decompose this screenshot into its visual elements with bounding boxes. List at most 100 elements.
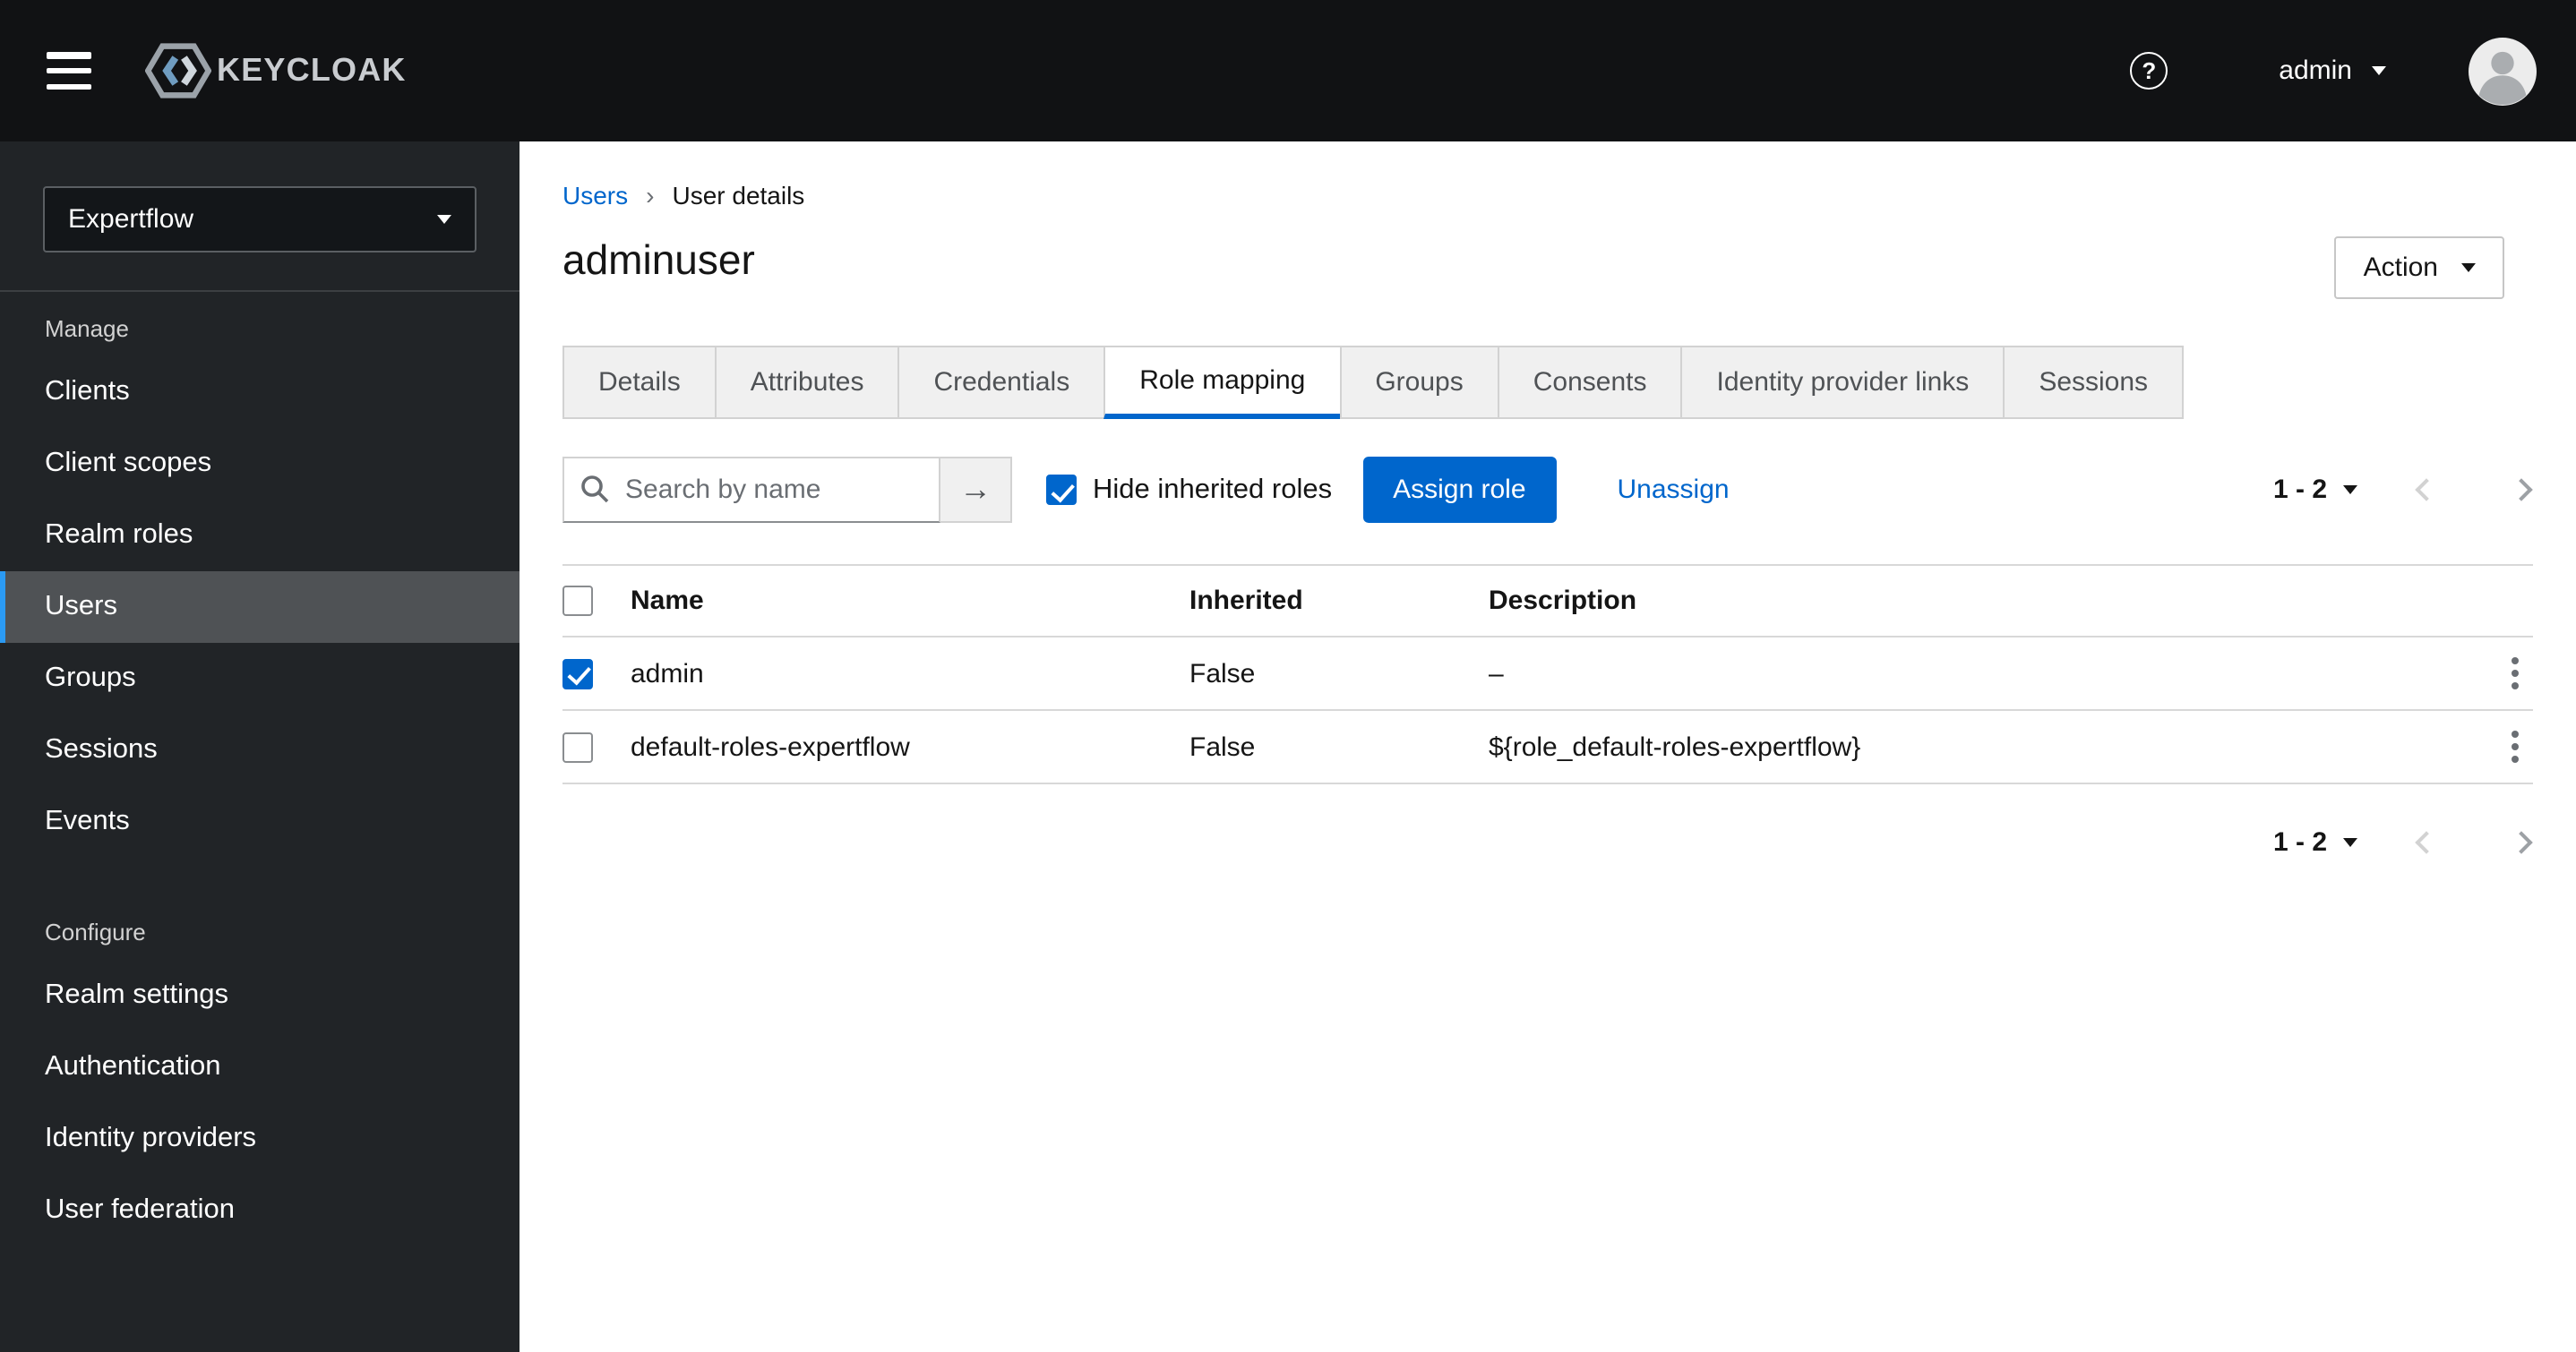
sidebar: Expertflow Manage Clients Client scopes … <box>0 141 519 1352</box>
sidebar-item-identity-providers[interactable]: Identity providers <box>0 1103 519 1175</box>
chevron-down-icon <box>437 215 451 224</box>
chevron-down-icon <box>2372 66 2386 75</box>
pagination-top: 1 - 2 <box>2273 475 2533 505</box>
hamburger-menu-button[interactable] <box>47 52 91 90</box>
tab-bar: Details Attributes Credentials Role mapp… <box>562 346 2533 419</box>
brand: KEYCLOAK <box>145 41 407 100</box>
sidebar-item-realm-roles[interactable]: Realm roles <box>0 500 519 571</box>
chevron-left-icon <box>2415 831 2438 854</box>
sidebar-item-users[interactable]: Users <box>0 571 519 643</box>
sidebar-item-events[interactable]: Events <box>0 786 519 858</box>
pagination-menu-toggle[interactable]: 1 - 2 <box>2273 475 2357 505</box>
tab-sessions[interactable]: Sessions <box>2003 346 2185 419</box>
username-label: admin <box>2279 56 2352 86</box>
nav-section-manage: Manage Clients Client scopes Realm roles… <box>0 290 519 858</box>
app-window: KEYCLOAK ? admin Expertflow Manage Clien… <box>0 0 2576 1352</box>
inherited-cell: False <box>1189 732 1256 762</box>
assign-role-button[interactable]: Assign role <box>1362 457 1557 523</box>
help-icon[interactable]: ? <box>2130 52 2168 90</box>
table-row: default-roles-expertflow False ${role_de… <box>562 711 2533 784</box>
pagination-menu-toggle[interactable]: 1 - 2 <box>2273 827 2357 858</box>
keycloak-logo-icon <box>145 43 211 98</box>
hide-inherited-label: Hide inherited roles <box>1093 474 1333 504</box>
description-cell: ${role_default-roles-expertflow} <box>1489 732 1861 762</box>
chevron-right-icon <box>2510 831 2533 854</box>
pagination-next-button[interactable] <box>2510 478 2533 501</box>
search-submit-button[interactable]: → <box>940 457 1012 523</box>
chevron-left-icon <box>2415 478 2438 501</box>
nav-section-title: Manage <box>45 315 129 342</box>
role-mapping-toolbar: → Hide inherited roles Assign role Unass… <box>562 457 2533 523</box>
column-header-description: Description <box>1489 586 1637 616</box>
description-cell: – <box>1489 658 1504 689</box>
tab-identity-provider-links[interactable]: Identity provider links <box>1680 346 2005 419</box>
unassign-link[interactable]: Unassign <box>1618 475 1730 505</box>
action-menu-button[interactable]: Action <box>2334 236 2504 299</box>
breadcrumb-separator-icon: › <box>646 181 655 210</box>
tab-credentials[interactable]: Credentials <box>897 346 1106 419</box>
top-bar: KEYCLOAK ? admin <box>0 0 2576 141</box>
page-header: adminuser Action <box>562 236 2533 299</box>
user-avatar-icon <box>2469 37 2537 105</box>
brand-wordmark: KEYCLOAK <box>217 52 407 88</box>
breadcrumb-link-users[interactable]: Users <box>562 181 628 210</box>
select-all-checkbox[interactable] <box>562 586 593 616</box>
kebab-menu-button[interactable] <box>2504 723 2526 770</box>
hide-inherited-checkbox[interactable] <box>1046 475 1077 505</box>
kebab-menu-button[interactable] <box>2504 650 2526 697</box>
tab-attributes[interactable]: Attributes <box>714 346 900 419</box>
tab-groups[interactable]: Groups <box>1339 346 1499 419</box>
pagination-range-label: 1 - 2 <box>2272 475 2327 505</box>
page-title: adminuser <box>562 236 755 283</box>
sidebar-item-authentication[interactable]: Authentication <box>0 1031 519 1103</box>
sidebar-item-client-scopes[interactable]: Client scopes <box>0 428 519 500</box>
tab-details[interactable]: Details <box>562 346 717 419</box>
tab-role-mapping[interactable]: Role mapping <box>1103 346 1342 419</box>
breadcrumb: Users › User details <box>562 181 2533 210</box>
column-header-name: Name <box>631 586 704 616</box>
chevron-down-icon <box>2461 263 2476 272</box>
sidebar-item-groups[interactable]: Groups <box>0 643 519 715</box>
pagination-bottom-wrap: 1 - 2 <box>562 827 2533 858</box>
avatar[interactable] <box>2469 37 2537 105</box>
row-checkbox[interactable] <box>562 732 593 762</box>
nav-section-title: Configure <box>45 919 146 946</box>
hide-inherited-group: Hide inherited roles <box>1046 474 1332 506</box>
table-header-row: Name Inherited Description <box>562 564 2533 637</box>
topbar-right: ? admin <box>2130 37 2537 105</box>
table-row: admin False – <box>562 637 2533 711</box>
pagination-nav <box>2415 478 2533 501</box>
breadcrumb-current: User details <box>672 181 805 210</box>
action-menu-label: Action <box>2363 252 2438 283</box>
sidebar-item-user-federation[interactable]: User federation <box>0 1175 519 1246</box>
chevron-down-icon <box>2343 485 2357 494</box>
sidebar-item-sessions[interactable]: Sessions <box>0 715 519 786</box>
pagination-bottom: 1 - 2 <box>2273 827 2533 858</box>
tab-consents[interactable]: Consents <box>1497 346 1683 419</box>
search-input[interactable] <box>562 457 940 523</box>
chevron-down-icon <box>2343 838 2357 847</box>
pagination-nav <box>2415 831 2533 854</box>
role-name-cell: admin <box>631 658 704 689</box>
chevron-right-icon <box>2510 478 2533 501</box>
help-glyph: ? <box>2142 57 2157 84</box>
search-group: → <box>562 457 1012 523</box>
inherited-cell: False <box>1189 658 1256 689</box>
nav-section-configure: Configure Realm settings Authentication … <box>0 919 519 1246</box>
search-icon <box>581 475 609 503</box>
role-name-cell: default-roles-expertflow <box>631 732 910 762</box>
pagination-prev-button[interactable] <box>2415 831 2438 854</box>
sidebar-item-realm-settings[interactable]: Realm settings <box>0 960 519 1031</box>
column-header-inherited: Inherited <box>1189 586 1303 616</box>
pagination-next-button[interactable] <box>2510 831 2533 854</box>
realm-selector[interactable]: Expertflow <box>43 186 477 252</box>
sidebar-item-clients[interactable]: Clients <box>0 356 519 428</box>
row-checkbox[interactable] <box>562 658 593 689</box>
realm-selector-label: Expertflow <box>68 204 194 235</box>
pagination-range-label: 1 - 2 <box>2272 827 2327 858</box>
roles-table: Name Inherited Description admin False – <box>562 564 2533 784</box>
user-menu[interactable]: admin <box>2279 56 2386 86</box>
sidebar-nav: Manage Clients Client scopes Realm roles… <box>0 290 519 1246</box>
main-content: Users › User details adminuser Action De… <box>519 141 2576 1352</box>
pagination-prev-button[interactable] <box>2415 478 2438 501</box>
